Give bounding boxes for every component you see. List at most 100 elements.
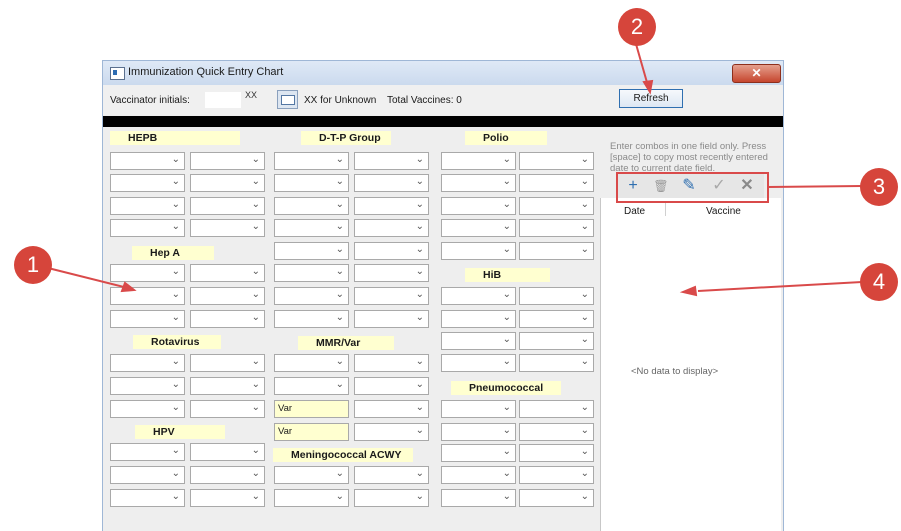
vaccine-date-dropdown[interactable]: ⌄ <box>274 287 349 305</box>
vaccine-date-dropdown[interactable]: ⌄ <box>110 489 185 507</box>
vaccine-date-dropdown[interactable]: ⌄ <box>354 287 429 305</box>
refresh-button[interactable]: Refresh <box>619 89 683 108</box>
vaccine-date-dropdown[interactable]: ⌄ <box>110 287 185 305</box>
vaccinator-initials-input[interactable] <box>205 92 241 108</box>
mmr-var-field[interactable]: Var <box>274 400 349 418</box>
vaccine-date-dropdown[interactable]: ⌄ <box>190 287 265 305</box>
vaccine-date-dropdown[interactable]: ⌄ <box>354 242 429 260</box>
vaccine-date-dropdown[interactable]: ⌄ <box>190 310 265 328</box>
vaccine-date-dropdown[interactable]: ⌄ <box>110 219 185 237</box>
vaccine-date-dropdown[interactable]: ⌄ <box>441 287 516 305</box>
vaccine-date-dropdown[interactable]: ⌄ <box>190 377 265 395</box>
vaccine-date-dropdown[interactable]: ⌄ <box>274 219 349 237</box>
mmr-var-field[interactable]: Var <box>274 423 349 441</box>
chevron-down-icon: ⌄ <box>335 468 344 479</box>
vaccine-date-dropdown[interactable]: ⌄ <box>110 264 185 282</box>
vaccine-date-dropdown[interactable]: ⌄ <box>274 310 349 328</box>
chevron-down-icon: ⌄ <box>251 176 260 187</box>
vaccine-date-dropdown[interactable]: ⌄ <box>519 332 594 350</box>
vaccine-date-dropdown[interactable]: ⌄ <box>190 354 265 372</box>
vaccine-date-dropdown[interactable]: ⌄ <box>190 400 265 418</box>
section-hpv: HPV <box>135 425 225 439</box>
vaccine-date-dropdown[interactable]: ⌄ <box>519 242 594 260</box>
vaccine-date-dropdown[interactable]: ⌄ <box>274 197 349 215</box>
vaccine-date-dropdown[interactable]: ⌄ <box>441 174 516 192</box>
vaccine-date-dropdown[interactable]: ⌄ <box>110 310 185 328</box>
chevron-down-icon: ⌄ <box>415 425 424 436</box>
vaccine-date-dropdown[interactable]: ⌄ <box>110 174 185 192</box>
close-button[interactable]: ✕ <box>732 64 781 83</box>
vaccine-date-dropdown[interactable]: ⌄ <box>441 400 516 418</box>
vaccine-date-dropdown[interactable]: ⌄ <box>274 466 349 484</box>
vaccine-date-dropdown[interactable]: ⌄ <box>441 332 516 350</box>
vaccine-date-dropdown[interactable]: ⌄ <box>441 219 516 237</box>
vaccine-date-dropdown[interactable]: ⌄ <box>274 242 349 260</box>
vaccine-date-dropdown[interactable]: ⌄ <box>441 310 516 328</box>
vaccine-date-dropdown[interactable]: ⌄ <box>190 443 265 461</box>
accept-icon[interactable]: ✓ <box>706 176 732 196</box>
vaccine-date-dropdown[interactable]: ⌄ <box>519 287 594 305</box>
vaccine-date-dropdown[interactable]: ⌄ <box>274 489 349 507</box>
vaccine-date-dropdown[interactable]: ⌄ <box>274 264 349 282</box>
vaccine-date-dropdown[interactable]: ⌄ <box>274 377 349 395</box>
vaccine-date-dropdown[interactable]: ⌄ <box>190 466 265 484</box>
vaccine-date-dropdown[interactable]: ⌄ <box>110 400 185 418</box>
vaccine-date-dropdown[interactable]: ⌄ <box>354 400 429 418</box>
vaccine-date-dropdown[interactable]: ⌄ <box>354 310 429 328</box>
vaccine-date-dropdown[interactable]: ⌄ <box>441 466 516 484</box>
vaccine-date-dropdown[interactable]: ⌄ <box>190 152 265 170</box>
vaccine-date-dropdown[interactable]: ⌄ <box>190 489 265 507</box>
vaccine-date-dropdown[interactable]: ⌄ <box>519 354 594 372</box>
vaccine-date-dropdown[interactable]: ⌄ <box>110 377 185 395</box>
delete-icon[interactable]: 🗑 <box>648 176 674 196</box>
vaccine-date-dropdown[interactable]: ⌄ <box>441 444 516 462</box>
vaccine-date-dropdown[interactable]: ⌄ <box>110 197 185 215</box>
vaccine-date-dropdown[interactable]: ⌄ <box>441 242 516 260</box>
vaccine-date-dropdown[interactable]: ⌄ <box>354 423 429 441</box>
vaccine-date-dropdown[interactable]: ⌄ <box>519 489 594 507</box>
column-vaccine[interactable]: Vaccine <box>706 206 741 217</box>
vaccine-date-dropdown[interactable]: ⌄ <box>519 444 594 462</box>
vaccine-date-dropdown[interactable]: ⌄ <box>354 489 429 507</box>
vaccine-date-dropdown[interactable]: ⌄ <box>190 219 265 237</box>
vaccine-date-dropdown[interactable]: ⌄ <box>519 400 594 418</box>
id-card-button[interactable] <box>277 90 298 109</box>
vaccine-date-dropdown[interactable]: ⌄ <box>354 264 429 282</box>
vaccine-date-dropdown[interactable]: ⌄ <box>274 152 349 170</box>
vaccine-date-dropdown[interactable]: ⌄ <box>190 264 265 282</box>
add-icon[interactable]: + <box>620 176 646 196</box>
vaccine-date-dropdown[interactable]: ⌄ <box>519 197 594 215</box>
section-hib: HiB <box>465 268 550 282</box>
vaccine-date-dropdown[interactable]: ⌄ <box>519 310 594 328</box>
vaccine-date-dropdown[interactable]: ⌄ <box>441 197 516 215</box>
vaccine-date-dropdown[interactable]: ⌄ <box>441 489 516 507</box>
vaccine-date-dropdown[interactable]: ⌄ <box>354 219 429 237</box>
vaccine-date-dropdown[interactable]: ⌄ <box>441 354 516 372</box>
vaccine-date-dropdown[interactable]: ⌄ <box>354 354 429 372</box>
vaccine-date-dropdown[interactable]: ⌄ <box>190 197 265 215</box>
vaccine-date-dropdown[interactable]: ⌄ <box>441 423 516 441</box>
section-polio: Polio <box>465 131 547 145</box>
vaccine-date-dropdown[interactable]: ⌄ <box>274 174 349 192</box>
vaccine-date-dropdown[interactable]: ⌄ <box>354 152 429 170</box>
vaccine-date-dropdown[interactable]: ⌄ <box>110 152 185 170</box>
vaccine-date-dropdown[interactable]: ⌄ <box>190 174 265 192</box>
vaccine-date-dropdown[interactable]: ⌄ <box>354 197 429 215</box>
column-date[interactable]: Date <box>624 206 645 217</box>
vaccine-date-dropdown[interactable]: ⌄ <box>519 423 594 441</box>
vaccine-date-dropdown[interactable]: ⌄ <box>441 152 516 170</box>
vaccine-date-dropdown[interactable]: ⌄ <box>110 354 185 372</box>
vaccine-date-dropdown[interactable]: ⌄ <box>354 466 429 484</box>
vaccine-date-dropdown[interactable]: ⌄ <box>354 377 429 395</box>
edit-icon[interactable]: ✎ <box>676 176 702 196</box>
vaccine-date-dropdown[interactable]: ⌄ <box>110 443 185 461</box>
vaccine-date-dropdown[interactable]: ⌄ <box>274 354 349 372</box>
chevron-down-icon: ⌄ <box>171 468 180 479</box>
vaccine-date-dropdown[interactable]: ⌄ <box>519 219 594 237</box>
vaccine-date-dropdown[interactable]: ⌄ <box>354 174 429 192</box>
vaccine-date-dropdown[interactable]: ⌄ <box>519 466 594 484</box>
vaccine-date-dropdown[interactable]: ⌄ <box>110 466 185 484</box>
cancel-icon[interactable]: ✕ <box>734 176 760 196</box>
vaccine-date-dropdown[interactable]: ⌄ <box>519 152 594 170</box>
vaccine-date-dropdown[interactable]: ⌄ <box>519 174 594 192</box>
